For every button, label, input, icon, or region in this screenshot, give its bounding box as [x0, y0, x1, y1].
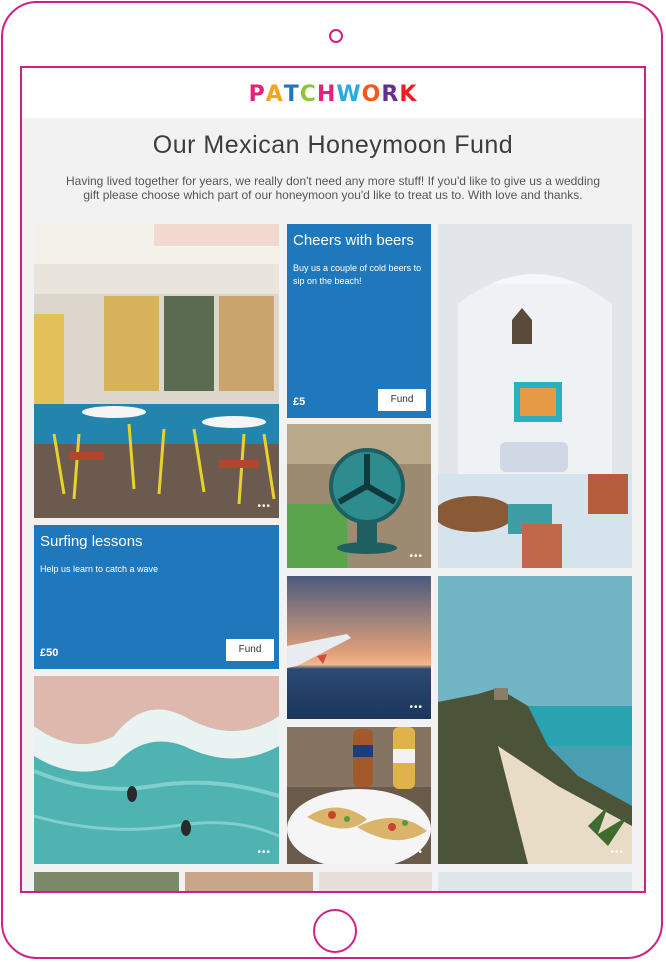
card-title: Surfing lessons [40, 533, 143, 550]
fund-button[interactable]: Fund [226, 639, 274, 661]
logo-letter: K [399, 82, 418, 107]
logo-letter: C [299, 82, 317, 107]
sunset-image [287, 576, 431, 719]
ocean-image [34, 676, 279, 864]
gift-card-beers: Cheers with beers Buy us a couple of col… [287, 224, 431, 418]
logo-letter: W [336, 82, 362, 107]
fan-photo[interactable]: ••• [287, 424, 431, 568]
card-price: £50 [40, 647, 59, 659]
more-icon[interactable]: ••• [257, 848, 271, 858]
page-title: Our Mexican Honeymoon Fund [152, 131, 514, 159]
card-description: Help us learn to catch a wave [40, 564, 159, 574]
partial-photo[interactable] [438, 872, 632, 891]
cafe-photo[interactable]: ••• [34, 224, 279, 518]
logo-letter: A [265, 82, 284, 107]
more-icon[interactable]: ••• [409, 552, 423, 562]
intro-text: Having lived together for years, we real… [66, 174, 600, 202]
sunset-photo[interactable]: ••• [287, 576, 431, 719]
hero: Our Mexican Honeymoon Fund Having lived … [22, 118, 644, 222]
tacos-image [287, 727, 431, 864]
more-icon[interactable]: ••• [409, 703, 423, 713]
beach-photo[interactable]: ••• [438, 576, 632, 864]
gift-card-surfing: Surfing lessons Help us learn to catch a… [34, 525, 279, 669]
card-title: Cheers with beers [293, 232, 414, 249]
partial-photo[interactable] [34, 872, 179, 891]
more-icon[interactable]: ••• [257, 502, 271, 512]
partial-photo[interactable] [185, 872, 313, 891]
screen: PATCHWORK Our Mexican Honeymoon Fund Hav… [20, 66, 646, 893]
beach-image [438, 576, 632, 864]
card-description: Buy us a couple of cold beers to sip on … [293, 263, 422, 286]
logo-letter: R [381, 82, 400, 107]
logo-letter: P [248, 82, 266, 107]
ocean-photo[interactable]: ••• [34, 676, 279, 864]
logo-letter: T [283, 82, 300, 107]
riad-photo[interactable] [438, 224, 632, 568]
patchwork-logo[interactable]: PATCHWORK [22, 82, 644, 107]
card-price: £5 [293, 396, 306, 408]
more-icon[interactable]: ••• [610, 848, 624, 858]
fan-image [287, 424, 431, 568]
tacos-photo[interactable]: ••• [287, 727, 431, 864]
more-icon[interactable]: ••• [409, 848, 423, 858]
home-button[interactable] [313, 909, 357, 953]
riad-image [438, 224, 632, 568]
camera-icon [329, 29, 343, 43]
top-bar: PATCHWORK [22, 68, 644, 118]
gift-grid: ••• Cheers with beers Buy us a couple of… [22, 222, 644, 891]
logo-letter: H [316, 82, 337, 107]
partial-photo[interactable] [319, 872, 432, 891]
logo-letter: O [361, 82, 382, 107]
cafe-image [34, 224, 279, 518]
fund-button[interactable]: Fund [378, 389, 426, 411]
